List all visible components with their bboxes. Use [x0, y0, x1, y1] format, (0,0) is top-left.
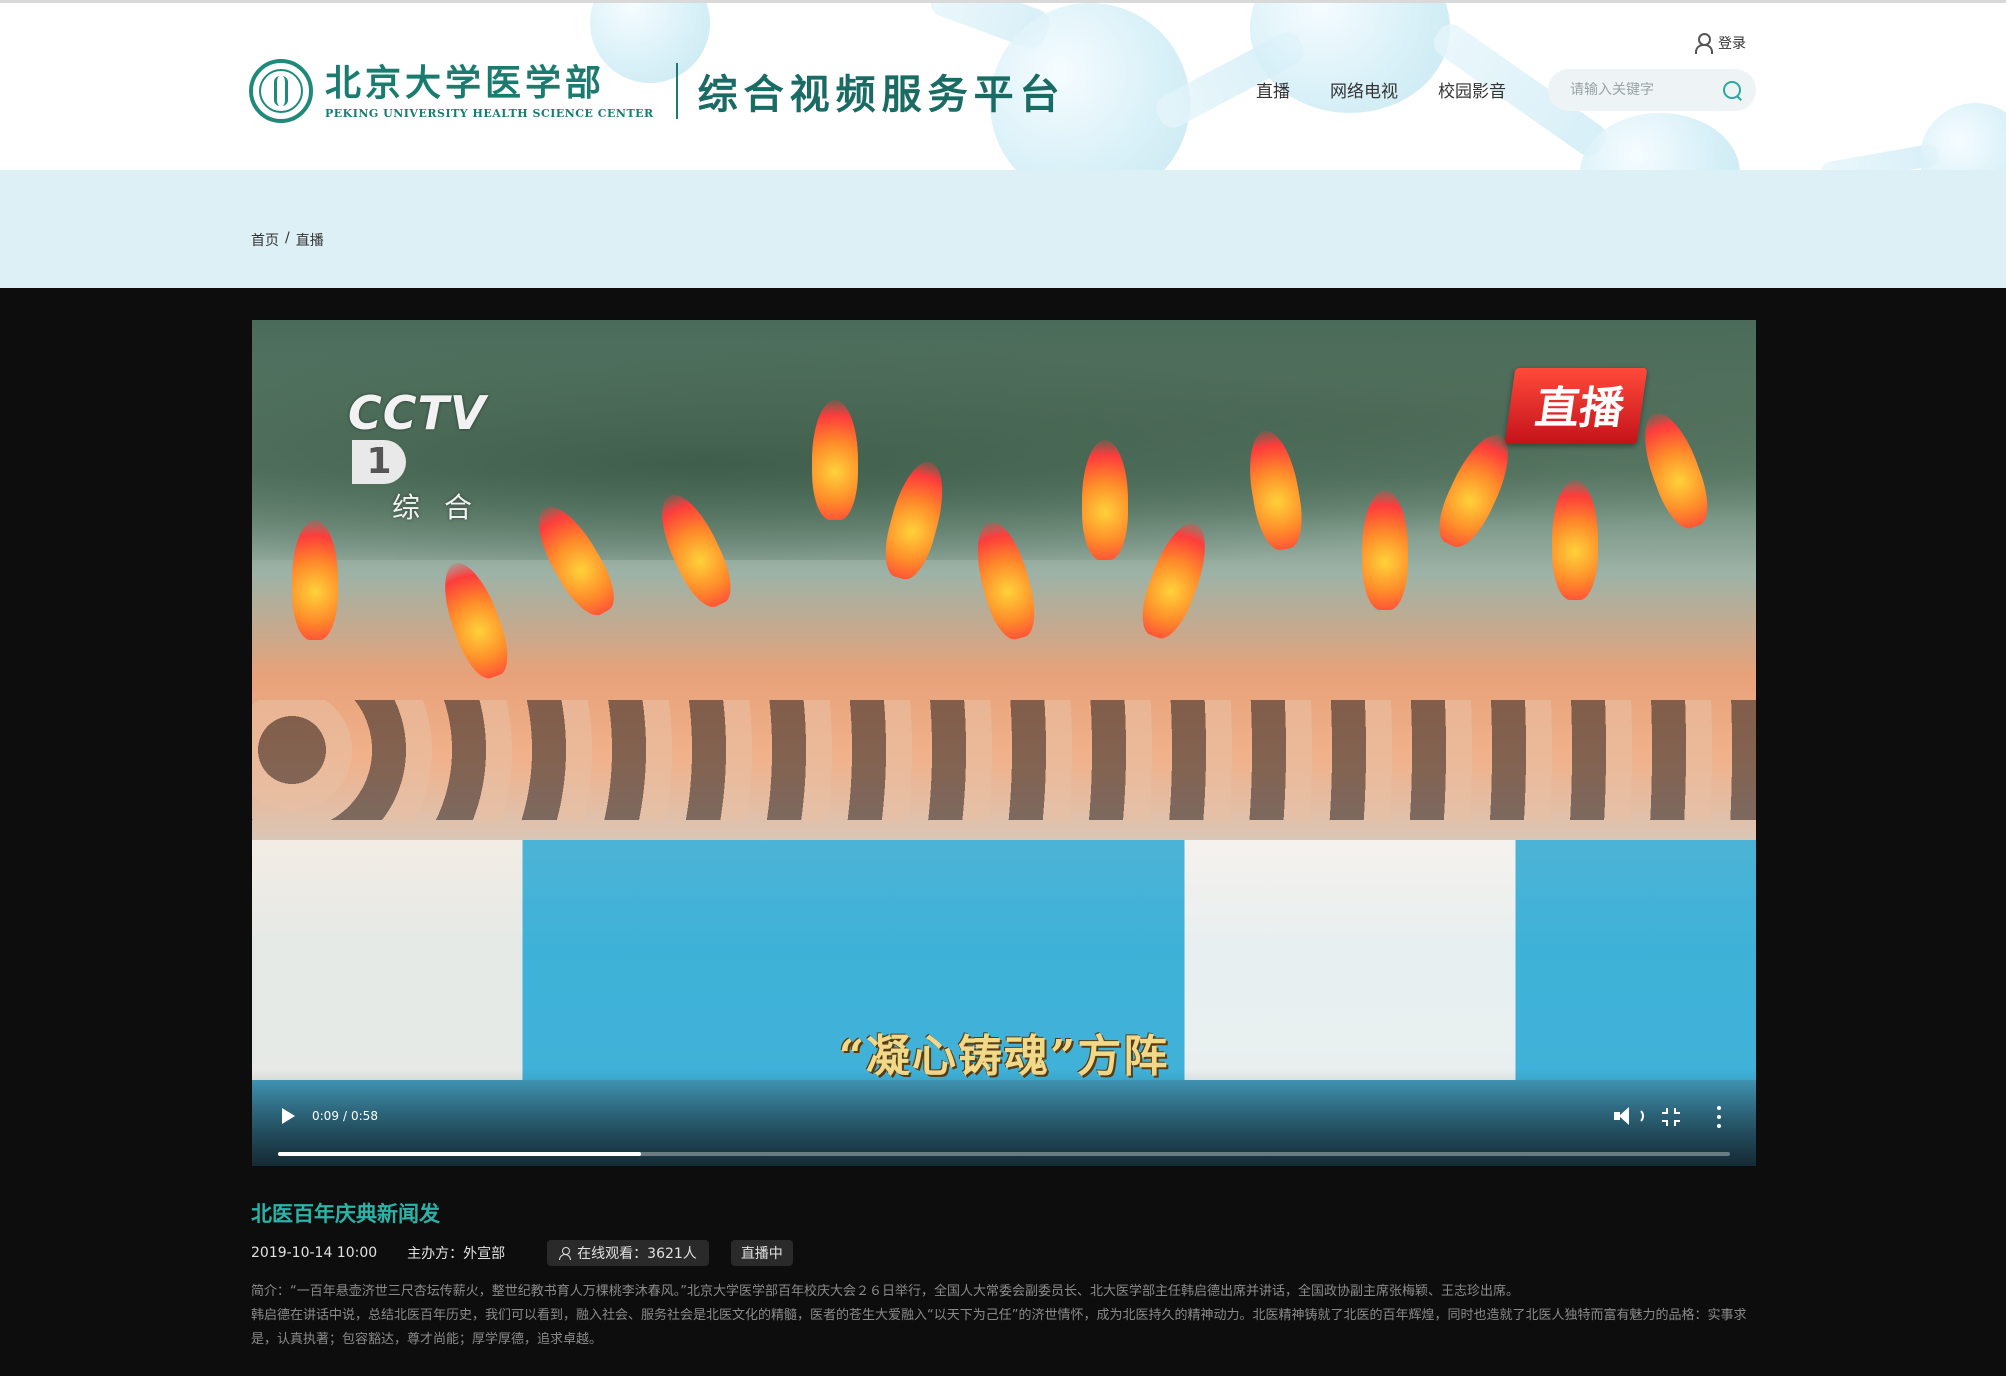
scene-torch: [1552, 480, 1598, 600]
channel-number: 1: [352, 440, 406, 484]
decor-bubble: [1580, 113, 1740, 170]
video-host: 主办方：外宣部: [407, 1246, 506, 1262]
time-display: 0:09 / 0:58: [312, 1109, 378, 1123]
breadcrumb-band: 首页 / 直播: [0, 170, 2006, 288]
video-player[interactable]: CCTV1 综合 直播 “凝心铸魂”方阵 0:09 / 0:58: [252, 320, 1756, 1166]
video-intro: 简介：“一百年悬壶济世三尺杏坛传薪火，整世纪教书育人万棵桃李沐春风。”北京大学医…: [251, 1280, 1756, 1352]
play-icon[interactable]: [282, 1108, 295, 1124]
scene-torch: [292, 520, 338, 640]
logo-chinese-name: 北京大学医学部: [325, 61, 606, 104]
progress-fill: [278, 1152, 641, 1156]
logo-english-name: PEKING UNIVERSITY HEALTH SCIENCE CENTER: [325, 106, 654, 120]
intro-paragraph: 简介：“一百年悬壶济世三尺杏坛传薪火，整世纪教书育人万棵桃李沐春风。”北京大学医…: [251, 1284, 1519, 1299]
scene-crowd: [252, 700, 1756, 820]
breadcrumb: 首页 / 直播: [251, 230, 324, 250]
video-meta: 2019-10-14 10:00 主办方：外宣部 在线观看：3621人 直播中: [251, 1240, 793, 1266]
channel-logo: CCTV1 综合: [348, 386, 538, 526]
main-nav: 直播 网络电视 校园影音: [1256, 77, 1506, 102]
viewer-count: 在线观看：3621人: [577, 1246, 697, 1262]
breadcrumb-separator: /: [285, 230, 290, 246]
fullscreen-icon[interactable]: [1662, 1108, 1680, 1126]
nav-item-live[interactable]: 直播: [1256, 77, 1290, 102]
platform-title: 综合视频服务平台: [697, 71, 1066, 118]
site-header: 北京大学医学部 PEKING UNIVERSITY HEALTH SCIENCE…: [0, 0, 2006, 170]
nav-item-network-tv[interactable]: 网络电视: [1330, 77, 1398, 102]
progress-bar[interactable]: [278, 1152, 1730, 1156]
video-date: 2019-10-14 10:00: [251, 1245, 378, 1261]
search-input[interactable]: [1570, 82, 1710, 98]
scene-torch: [432, 555, 518, 685]
breadcrumb-current: 直播: [295, 233, 324, 249]
user-icon: [559, 1246, 572, 1260]
player-controls: 0:09 / 0:58: [252, 1070, 1756, 1166]
logo-divider: [675, 63, 678, 119]
search-icon[interactable]: [1722, 80, 1742, 100]
status-badge: 直播中: [730, 1240, 793, 1266]
viewer-count-badge: 在线观看：3621人: [547, 1240, 709, 1266]
nav-item-campus-media[interactable]: 校园影音: [1438, 77, 1506, 102]
login-label: 登录: [1718, 36, 1746, 52]
intro-paragraph: 韩启德在讲话中说，总结北医百年历史，我们可以看到，融入社会、服务社会是北医文化的…: [251, 1308, 1747, 1347]
scene-torch: [1082, 440, 1128, 560]
search-box: [1548, 69, 1756, 111]
volume-wave-icon: [1634, 1108, 1644, 1124]
channel-logo-text: CCTV: [348, 386, 487, 440]
channel-name: 综合: [392, 491, 497, 524]
site-logo[interactable]: 北京大学医学部 PEKING UNIVERSITY HEALTH SCIENCE…: [249, 58, 1066, 124]
university-seal-icon: [249, 59, 313, 123]
scene-torch: [1362, 490, 1408, 610]
volume-icon[interactable]: [1614, 1106, 1636, 1126]
login-link[interactable]: 登录: [1694, 33, 1746, 54]
duration: 0:58: [351, 1109, 378, 1123]
user-icon: [1694, 33, 1713, 54]
current-time: 0:09: [312, 1109, 339, 1123]
scene-torch: [812, 400, 858, 520]
decor-bubble: [1920, 103, 2006, 170]
breadcrumb-home[interactable]: 首页: [251, 230, 279, 250]
video-title: 北医百年庆典新闻发: [251, 1202, 440, 1226]
time-separator: /: [342, 1109, 347, 1123]
live-broadcast-bug: 直播: [1504, 368, 1648, 444]
more-options-icon[interactable]: [1716, 1106, 1722, 1128]
